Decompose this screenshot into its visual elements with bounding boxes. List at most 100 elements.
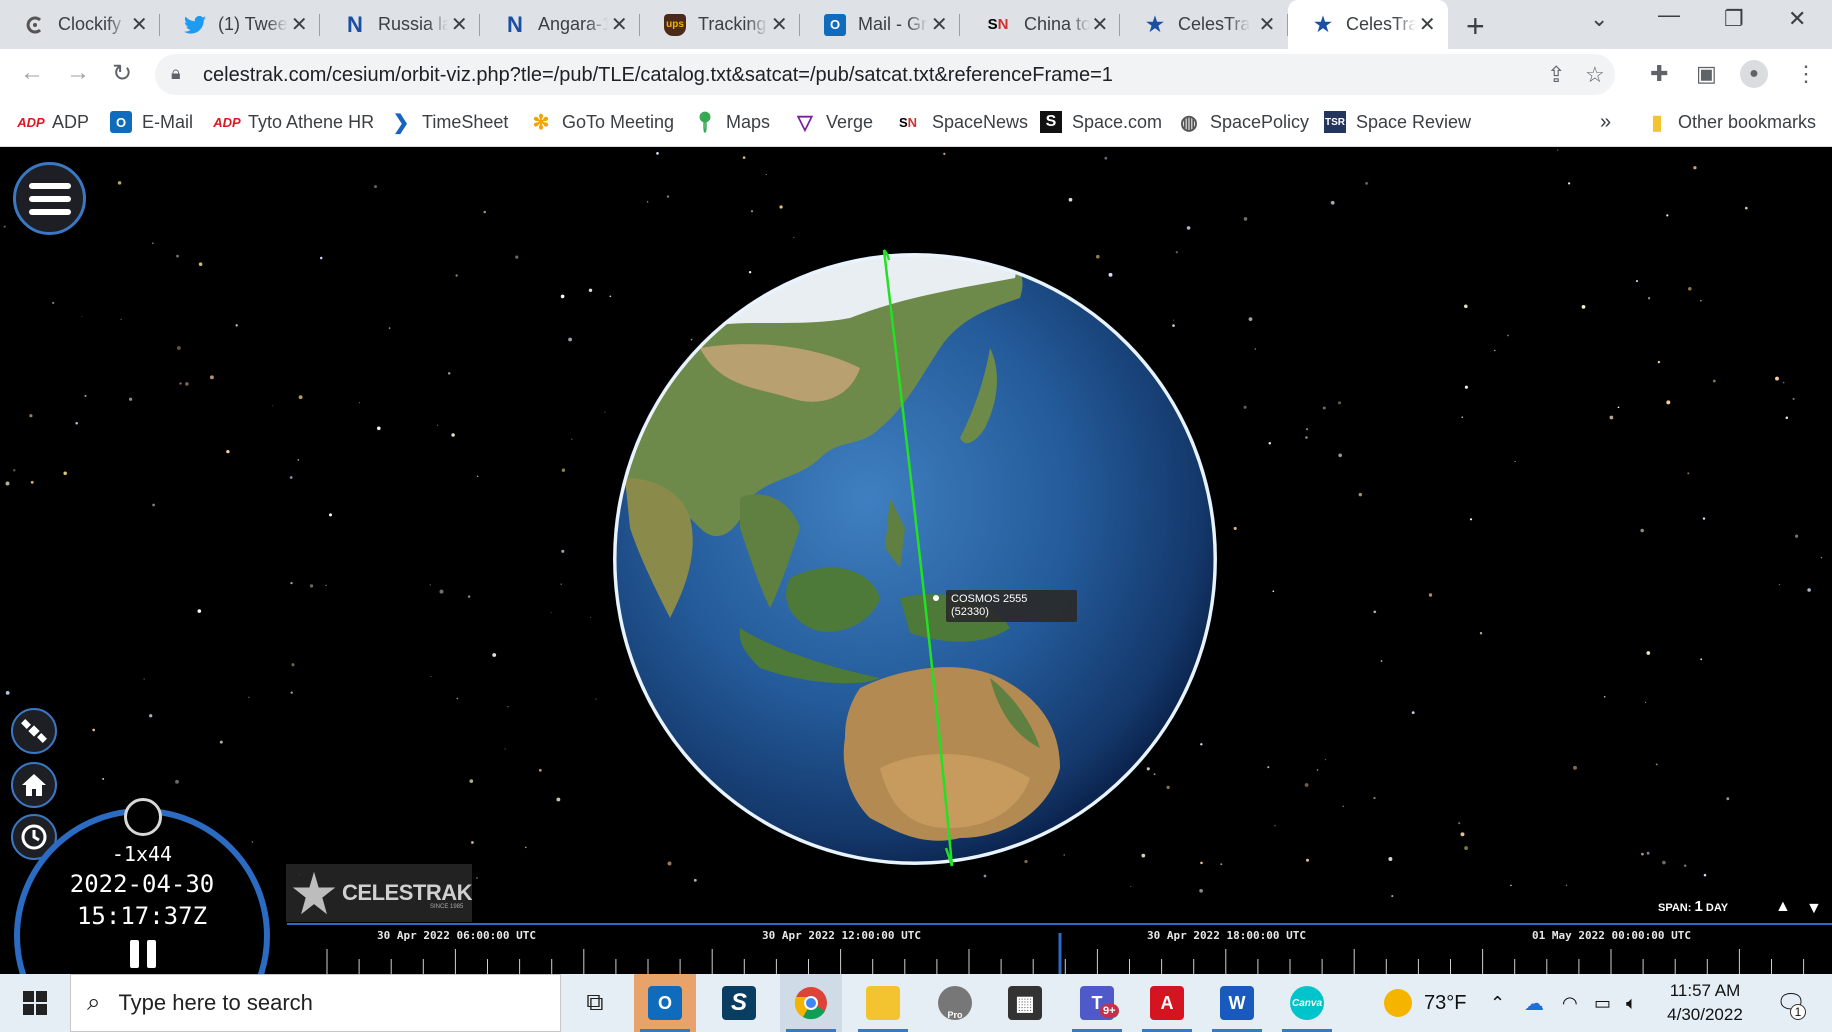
close-icon[interactable]: ✕ [1416, 12, 1438, 37]
volume-icon[interactable]: 🔈︎ [1626, 974, 1637, 1032]
url-text[interactable]: celestrak.com/cesium/orbit-viz.php?tle=/… [203, 64, 1113, 87]
outlook-icon: O [648, 986, 682, 1020]
bookmark-star-icon[interactable]: ☆ [1585, 62, 1605, 88]
pause-icon[interactable] [130, 940, 156, 968]
new-tab-icon[interactable]: + [1466, 8, 1485, 45]
satellite-tools-button[interactable] [11, 708, 57, 754]
satellite-label[interactable]: COSMOS 2555 (52330) [946, 590, 1077, 622]
star [92, 728, 96, 732]
bookmark-spacecom[interactable]: S Space.com [1040, 111, 1162, 133]
minimize-icon[interactable]: — [1658, 2, 1680, 28]
star [439, 589, 444, 594]
bookmark-adp[interactable]: ADP ADP [17, 111, 89, 133]
bookmark-verge[interactable]: ▽ Verge [794, 111, 873, 134]
tab-celestrak-active[interactable]: ★ CelesTrak ✕ [1288, 0, 1448, 49]
bookmark-spacereview[interactable]: TSR Space Review [1324, 111, 1471, 133]
span-up-icon[interactable]: ▲ [1775, 898, 1791, 916]
tab-clockify[interactable]: Clockify ✕ [0, 0, 160, 49]
tab-mail[interactable]: O Mail - Gr ✕ [800, 0, 960, 49]
celestrak-icon: ★ [1146, 14, 1164, 36]
notifications-button[interactable]: 🗨︎ 1 [1776, 974, 1806, 1032]
close-icon[interactable]: ✕ [448, 12, 470, 37]
bookmark-spacenews[interactable]: S N SpaceNews [894, 111, 1028, 133]
bookmark-goto[interactable]: ✻ GoTo Meeting [530, 111, 674, 134]
taskbar-acrobat[interactable]: A [1136, 974, 1198, 1032]
address-bar[interactable]: 🔒︎ celestrak.com/cesium/orbit-viz.php?tl… [155, 54, 1615, 95]
star [1243, 217, 1248, 221]
system-clock[interactable]: 11:57 AM 4/30/2022 [1640, 979, 1770, 1027]
tab-twitter[interactable]: (1) Tweet ✕ [160, 0, 320, 49]
star [560, 583, 562, 585]
close-icon[interactable]: ✕ [128, 12, 150, 37]
star [1095, 254, 1100, 259]
close-icon[interactable]: ✕ [288, 12, 310, 37]
star [1272, 590, 1275, 593]
globe-viewer[interactable]: -1x44 2022-04-30 15:17:37Z CELESTRAK SIN… [0, 148, 1832, 974]
close-icon[interactable]: ✕ [608, 12, 630, 37]
start-button[interactable] [4, 974, 66, 1032]
star [102, 777, 105, 780]
star [1243, 405, 1247, 409]
menu-dots-icon[interactable]: ⋮ [1795, 61, 1817, 87]
taskbar-chrome[interactable] [780, 974, 842, 1032]
star [29, 414, 33, 418]
forward-icon[interactable]: → [66, 59, 90, 87]
profile-icon[interactable]: ● [1740, 60, 1768, 88]
bookmark-email[interactable]: O E-Mail [110, 111, 193, 133]
celestrak-logo[interactable]: CELESTRAK SINCE 1985 [286, 864, 472, 922]
extensions-icon[interactable]: ✚ [1650, 61, 1668, 87]
tab-angara[interactable]: N Angara-1 ✕ [480, 0, 640, 49]
task-view-button[interactable]: ⧉ [564, 974, 626, 1032]
tab-search-icon[interactable]: ⌄ [1590, 6, 1608, 32]
side-panel-icon[interactable]: ▣ [1696, 61, 1717, 87]
restore-icon[interactable]: ❐ [1724, 6, 1744, 32]
star [1703, 873, 1707, 877]
close-icon[interactable]: ✕ [1090, 12, 1110, 37]
span-down-icon[interactable]: ▼ [1806, 900, 1822, 918]
show-hidden-icons[interactable]: ⌃ [1490, 974, 1505, 1032]
taskbar-outlook[interactable]: O [634, 974, 696, 1032]
tab-china[interactable]: SN China to ✕ [960, 0, 1120, 49]
taskbar-calculator[interactable]: ▦ [994, 974, 1056, 1032]
battery-icon[interactable]: ▭ [1594, 974, 1611, 1032]
star [1324, 758, 1327, 761]
bookmark-tyto[interactable]: ADP Tyto Athene HR [213, 111, 374, 133]
bookmark-timesheet[interactable]: ❯ TimeSheet [390, 111, 509, 134]
speed-knob[interactable] [124, 798, 162, 836]
onedrive-icon[interactable]: ☁ [1524, 974, 1544, 1032]
star [750, 210, 754, 213]
taskbar-earth-pro[interactable]: Pro [924, 974, 986, 1032]
close-icon[interactable]: ✕ [768, 12, 790, 37]
taskbar-teams[interactable]: T 9+ [1066, 974, 1128, 1032]
taskbar-word[interactable]: W [1206, 974, 1268, 1032]
star [765, 174, 767, 176]
reload-icon[interactable]: ↻ [112, 59, 132, 88]
back-icon[interactable]: ← [20, 59, 44, 87]
globe-scene[interactable] [0, 148, 1832, 974]
star [1200, 861, 1203, 865]
wifi-icon[interactable]: ◠ [1562, 974, 1578, 1032]
tab-title: Tracking [698, 14, 767, 34]
close-icon[interactable]: ✕ [1256, 12, 1278, 37]
bookmarks-overflow[interactable]: » [1600, 111, 1611, 134]
taskbar-canva[interactable]: Canva [1276, 974, 1338, 1032]
weather-widget[interactable]: 73°F [1384, 974, 1466, 1032]
satellite-marker[interactable] [933, 595, 939, 601]
tab-tracking[interactable]: ups Tracking ✕ [640, 0, 800, 49]
bookmark-maps[interactable]: 📍︎ Maps [692, 111, 770, 134]
tab-russia[interactable]: N Russia la ✕ [320, 0, 480, 49]
bookmark-spacepolicy[interactable]: ◍ SpacePolicy [1178, 111, 1309, 134]
tab-celestrak-1[interactable]: ★ CelesTrak ✕ [1120, 0, 1288, 49]
taskbar-search[interactable]: ⌕ Type here to search [70, 974, 561, 1032]
close-window-icon[interactable]: ✕ [1788, 6, 1806, 32]
taskbar-file-explorer[interactable] [852, 974, 914, 1032]
taskbar-app-s[interactable]: S [708, 974, 770, 1032]
share-icon[interactable]: ⇪ [1547, 62, 1565, 88]
timeline[interactable]: 30 Apr 2022 06:00:00 UTC 30 Apr 2022 12:… [287, 923, 1832, 974]
close-icon[interactable]: ✕ [928, 12, 950, 37]
star [358, 402, 361, 404]
home-button[interactable] [11, 762, 57, 808]
bookmark-other[interactable]: ▮ Other bookmarks [1646, 111, 1816, 134]
star [793, 236, 795, 238]
hamburger-menu-button[interactable] [13, 162, 86, 235]
